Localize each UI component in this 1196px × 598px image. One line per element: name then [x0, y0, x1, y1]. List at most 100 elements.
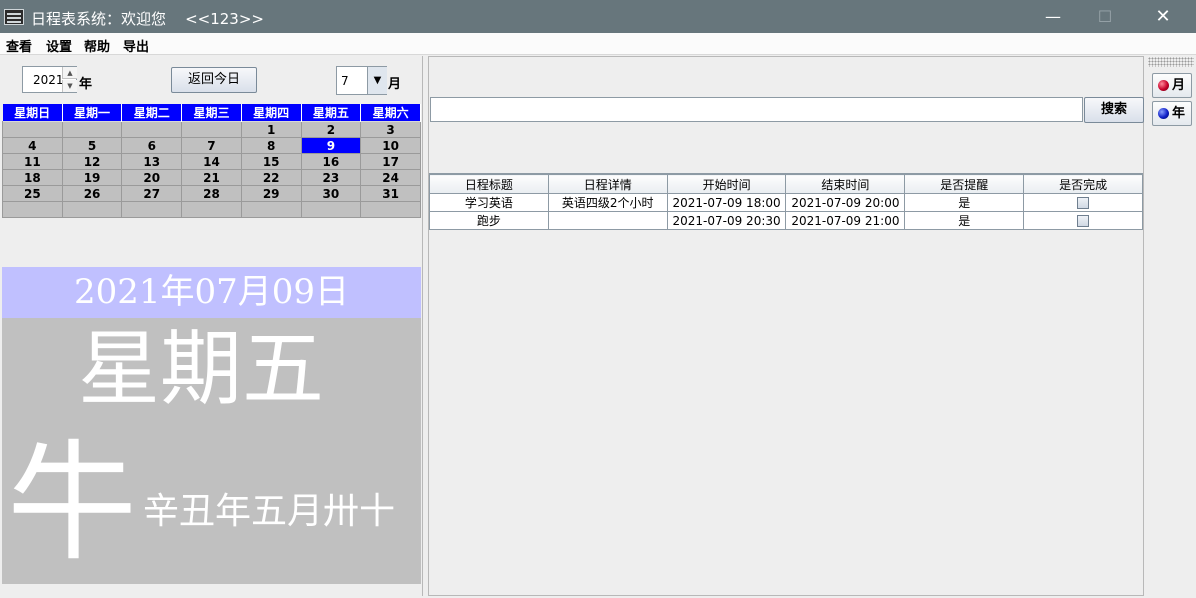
table-cell-start[interactable]: 2021-07-09 20:30 — [666, 211, 787, 230]
calendar-day[interactable]: 6 — [121, 137, 183, 154]
year-unit-label: 年 — [79, 77, 93, 92]
search-button[interactable]: 搜索 — [1084, 97, 1144, 123]
menu-export[interactable]: 导出 — [123, 36, 149, 55]
table-cell-remind[interactable]: 是 — [904, 193, 1025, 212]
calendar-day[interactable]: 31 — [360, 185, 421, 202]
table-cell-done — [1023, 193, 1143, 212]
close-button[interactable]: ✕ — [1140, 0, 1186, 33]
calendar-day[interactable]: 23 — [300, 169, 362, 186]
calendar-day[interactable]: 28 — [181, 185, 242, 202]
minimize-button[interactable]: — — [1030, 0, 1076, 33]
weekday-header: 星期日 — [2, 104, 63, 122]
schedule-table: 日程标题 日程详情 开始时间 结束时间 是否提醒 是否完成 学习英语 英语四级2个小时 202… — [429, 173, 1143, 593]
calendar-day[interactable] — [300, 201, 362, 218]
current-weekday: 星期五 — [78, 322, 325, 417]
done-checkbox[interactable] — [1077, 197, 1090, 209]
calendar-day[interactable]: 21 — [181, 169, 242, 186]
calendar-day[interactable]: 24 — [360, 169, 421, 186]
year-value[interactable]: 2021 — [33, 73, 64, 87]
year-spinner[interactable]: 2021 ▲ ▼ — [22, 66, 77, 93]
month-view-button[interactable]: 月 — [1152, 73, 1192, 98]
column-header[interactable]: 开始时间 — [666, 174, 787, 194]
calendar-day[interactable] — [121, 201, 183, 218]
month-select[interactable]: 7 ▼ — [336, 66, 387, 95]
maximize-button[interactable]: ☐ — [1082, 0, 1128, 33]
calendar-day[interactable] — [360, 201, 421, 218]
calendar-day[interactable]: 1 — [240, 121, 302, 138]
calendar-day[interactable]: 30 — [300, 185, 362, 202]
calendar-day[interactable]: 18 — [2, 169, 63, 186]
radio-dot-icon — [1158, 108, 1169, 119]
chevron-down-icon[interactable]: ▼ — [367, 67, 387, 94]
radio-dot-icon — [1158, 80, 1169, 91]
done-checkbox[interactable] — [1077, 215, 1090, 227]
calendar-day[interactable]: 25 — [2, 185, 63, 202]
calendar-day[interactable]: 22 — [240, 169, 302, 186]
column-header[interactable]: 结束时间 — [785, 174, 906, 194]
table-row[interactable]: 学习英语 英语四级2个小时 2021-07-09 18:00 2021-07-09 2… — [429, 193, 1143, 212]
calendar-day[interactable] — [2, 121, 63, 138]
calendar-day[interactable] — [181, 201, 242, 218]
calendar-day[interactable]: 27 — [121, 185, 183, 202]
calendar-day[interactable]: 8 — [240, 137, 302, 154]
title-bar: 日程表系统：欢迎您 <<123>> — ☐ ✕ — [0, 0, 1196, 33]
spin-up-icon[interactable]: ▲ — [62, 67, 77, 79]
column-header[interactable]: 是否提醒 — [904, 174, 1025, 194]
weekday-header: 星期一 — [62, 104, 123, 122]
table-cell-detail[interactable] — [547, 211, 668, 230]
table-cell-start[interactable]: 2021-07-09 18:00 — [666, 193, 787, 212]
table-cell-done — [1023, 211, 1143, 230]
calendar-day[interactable]: 12 — [61, 153, 123, 170]
current-date: 2021年07月09日 — [2, 267, 421, 318]
calendar-day[interactable]: 9 — [300, 137, 362, 154]
calendar-day[interactable] — [181, 121, 242, 138]
calendar-day[interactable]: 26 — [61, 185, 123, 202]
column-header[interactable]: 日程详情 — [547, 174, 668, 194]
calendar-week: 4 5 6 7 8 9 10 — [2, 137, 421, 154]
calendar-day[interactable] — [2, 201, 63, 218]
calendar-day[interactable]: 5 — [61, 137, 123, 154]
window-title: 日程表系统：欢迎您 <<123>> — [31, 10, 264, 28]
zodiac-animal: 牛 — [7, 427, 138, 579]
table-cell-title[interactable]: 学习英语 — [429, 193, 549, 212]
calendar-day[interactable]: 13 — [121, 153, 183, 170]
calendar-day[interactable]: 16 — [300, 153, 362, 170]
menu-view[interactable]: 查看 — [6, 36, 32, 55]
search-input[interactable] — [430, 97, 1083, 122]
toolbar-grip[interactable] — [1148, 57, 1194, 67]
calendar-day[interactable]: 10 — [360, 137, 421, 154]
column-header[interactable]: 是否完成 — [1023, 174, 1143, 194]
calendar-day[interactable]: 7 — [181, 137, 242, 154]
month-unit-label: 月 — [388, 77, 402, 92]
table-cell-remind[interactable]: 是 — [904, 211, 1025, 230]
calendar-day[interactable]: 14 — [181, 153, 242, 170]
calendar-day[interactable] — [61, 121, 123, 138]
table-cell-title[interactable]: 跑步 — [429, 211, 549, 230]
calendar-day[interactable] — [121, 121, 183, 138]
menu-settings[interactable]: 设置 — [46, 36, 72, 55]
calendar-day[interactable]: 29 — [240, 185, 302, 202]
calendar-day[interactable]: 17 — [360, 153, 421, 170]
calendar-day[interactable] — [240, 201, 302, 218]
calendar-day[interactable]: 15 — [240, 153, 302, 170]
year-view-button[interactable]: 年 — [1152, 101, 1192, 126]
spin-down-icon[interactable]: ▼ — [62, 80, 77, 92]
column-header[interactable]: 日程标题 — [429, 174, 549, 194]
calendar-day[interactable] — [61, 201, 123, 218]
calendar-day[interactable]: 2 — [300, 121, 362, 138]
table-cell-detail[interactable]: 英语四级2个小时 — [547, 193, 668, 212]
table-cell-end[interactable]: 2021-07-09 21:00 — [785, 211, 906, 230]
calendar-week — [2, 201, 421, 218]
today-button[interactable]: 返回今日 — [171, 67, 257, 93]
weekday-header: 星期三 — [181, 104, 242, 122]
calendar-day[interactable]: 20 — [121, 169, 183, 186]
calendar-day[interactable]: 4 — [2, 137, 63, 154]
schedule-panel: 搜索 日程标题 日程详情 开始时间 结束时间 是否提醒 是否完成 学习英语 英语四级2个小时… — [428, 56, 1144, 596]
table-cell-end[interactable]: 2021-07-09 20:00 — [785, 193, 906, 212]
menu-help[interactable]: 帮助 — [84, 36, 110, 55]
calendar-day[interactable]: 11 — [2, 153, 63, 170]
calendar-day[interactable]: 3 — [360, 121, 421, 138]
month-value[interactable]: 7 — [341, 74, 349, 88]
table-row[interactable]: 跑步 2021-07-09 20:30 2021-07-09 21:00 是 — [429, 211, 1143, 230]
calendar-day[interactable]: 19 — [61, 169, 123, 186]
